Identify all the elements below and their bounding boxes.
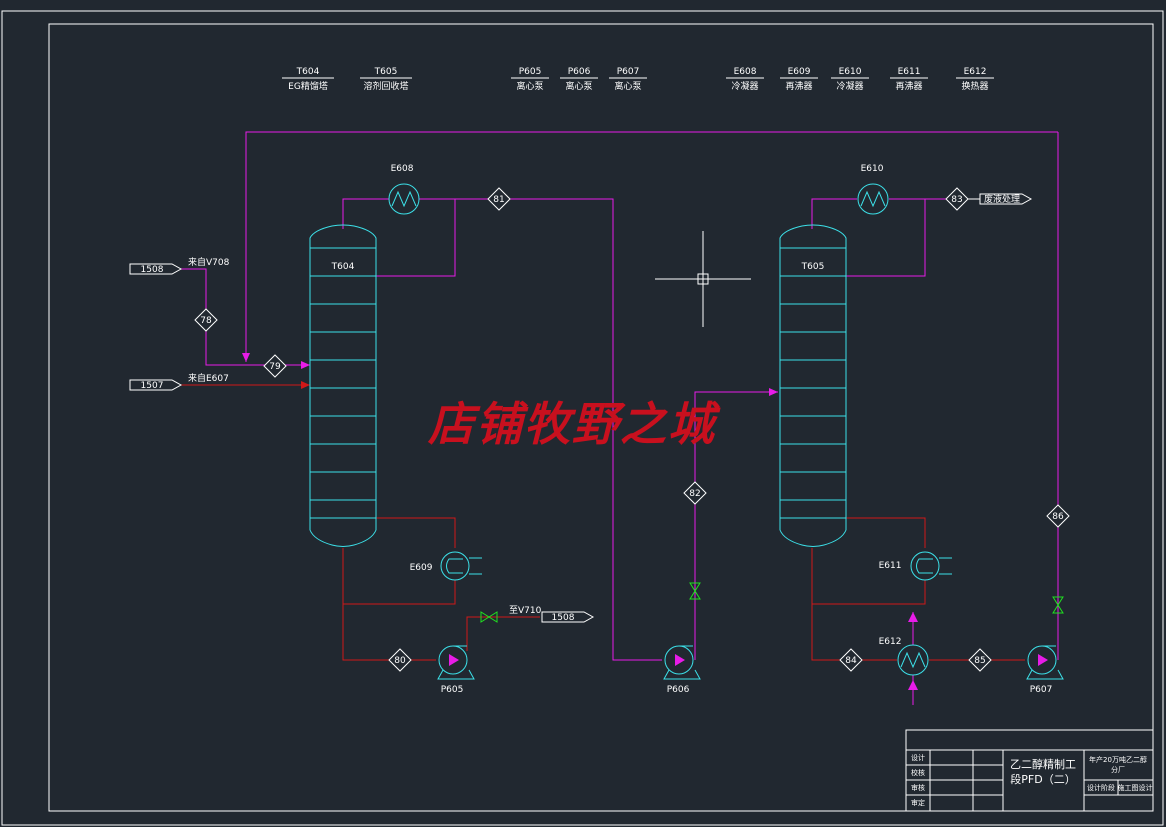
watermark-text: 店铺牧野之城 [428, 397, 716, 451]
e611-tag: E611 [879, 561, 902, 571]
exchanger-e610 [857, 183, 889, 215]
pump-p605 [437, 645, 475, 680]
legend-item-e610: E610 冷凝器 [831, 67, 869, 92]
e610-tag: E610 [861, 164, 884, 174]
legend-item-p607: P607 离心泵 [609, 67, 647, 92]
legend-code: P607 [617, 67, 640, 77]
connector-tag: 废液处理 [984, 193, 1020, 205]
stream-86: 86 [1046, 504, 1070, 528]
p606-tag: P606 [667, 685, 690, 695]
legend-code: E609 [788, 67, 811, 77]
legend-code: E611 [898, 67, 921, 77]
stream-85: 85 [968, 648, 992, 672]
tb-row-label: 设计 [911, 753, 925, 762]
legend-desc: 再沸器 [785, 80, 812, 92]
tb-row-label: 审定 [911, 798, 925, 807]
exchanger-e608 [388, 183, 420, 215]
tb-cell-b: 施工图设计 [1118, 783, 1153, 792]
stream-number: 84 [845, 656, 857, 666]
legend-item-p606: P606 离心泵 [560, 67, 598, 92]
legend-desc: 冷凝器 [836, 80, 863, 92]
legend-item-t605: T605 溶剂回收塔 [360, 67, 412, 92]
e609-tag: E609 [410, 563, 433, 573]
legend-item-t604: T604 EG精馏塔 [282, 67, 334, 92]
stream-number: 80 [394, 656, 406, 666]
connector-in-1507: 1507 来自E607 [129, 372, 229, 391]
legend-desc: 离心泵 [614, 80, 641, 92]
legend-code: E612 [964, 67, 987, 77]
tb-cell-a: 设计阶段 [1087, 783, 1115, 792]
p607-tag: P607 [1030, 685, 1053, 695]
connector-out-1508: 1508 至V710 [509, 605, 595, 623]
connector-tag: 1508 [141, 265, 164, 275]
stream-number: 78 [200, 316, 212, 326]
legend-code: T604 [296, 67, 320, 77]
stream-number: 83 [951, 195, 962, 205]
connector-label: 来自E607 [188, 372, 229, 384]
stream-84: 84 [839, 648, 863, 672]
reboiler-e609 [440, 551, 482, 581]
connector-tag: 1507 [141, 381, 164, 391]
stream-number: 82 [689, 489, 700, 499]
drawing-title-line2: 段PFD（二） [1010, 772, 1075, 786]
cad-crosshair [655, 231, 751, 327]
legend-item-p605: P605 离心泵 [511, 67, 549, 92]
stream-number: 79 [269, 362, 281, 372]
legend-desc: 离心泵 [565, 80, 592, 92]
legend-item-e609: E609 再沸器 [780, 67, 818, 92]
t604-tag: T604 [331, 262, 355, 272]
stream-83: 83 [945, 187, 969, 211]
legend-desc: 溶剂回收塔 [363, 80, 408, 92]
legend-item-e611: E611 再沸器 [890, 67, 928, 92]
legend-code: P606 [568, 67, 591, 77]
column-t604 [309, 224, 377, 547]
legend-code: P605 [519, 67, 542, 77]
p605-tag: P605 [441, 685, 464, 695]
stream-number: 86 [1052, 512, 1064, 522]
legend-desc: EG精馏塔 [288, 80, 328, 92]
legend-desc: 再沸器 [895, 80, 922, 92]
legend-desc: 离心泵 [516, 80, 543, 92]
reboiler-e611 [910, 551, 952, 581]
legend-desc: 换热器 [961, 80, 988, 92]
connector-tag: 1508 [552, 613, 575, 623]
t605-tag: T605 [801, 262, 825, 272]
legend-item-e608: E608 冷凝器 [726, 67, 764, 92]
stream-79: 79 [263, 354, 287, 378]
e612-tag: E612 [879, 637, 902, 647]
legend-code: E608 [734, 67, 757, 77]
tb-row-label: 审核 [911, 783, 925, 792]
stream-number: 81 [493, 195, 504, 205]
exchanger-e612 [897, 644, 929, 676]
stream-78: 78 [194, 308, 218, 332]
e608-tag: E608 [391, 164, 414, 174]
stream-82: 82 [683, 481, 707, 505]
project-line2: 分厂 [1111, 765, 1125, 774]
legend-item-e612: E612 换热器 [956, 67, 994, 92]
connector-label: 来自V708 [188, 256, 230, 268]
stream-80: 80 [388, 648, 412, 672]
connector-in-1508: 1508 来自V708 [129, 256, 230, 275]
legend-code: E610 [839, 67, 862, 77]
connector-label: 至V710 [509, 605, 542, 616]
project-line1: 年产20万吨乙二醇 [1089, 755, 1147, 764]
connector-out-waste: 废液处理 [968, 193, 1033, 205]
column-t605 [779, 224, 847, 547]
legend-desc: 冷凝器 [731, 80, 758, 92]
stream-81: 81 [487, 187, 511, 211]
drawing-title-line1: 乙二醇精制工 [1010, 757, 1076, 771]
stream-number: 85 [974, 656, 985, 666]
equipment-legend: T604 EG精馏塔 T605 溶剂回收塔 P605 离心泵 P606 离心泵 … [282, 67, 994, 92]
legend-code: T605 [374, 67, 398, 77]
tb-row-label: 校核 [911, 768, 925, 777]
